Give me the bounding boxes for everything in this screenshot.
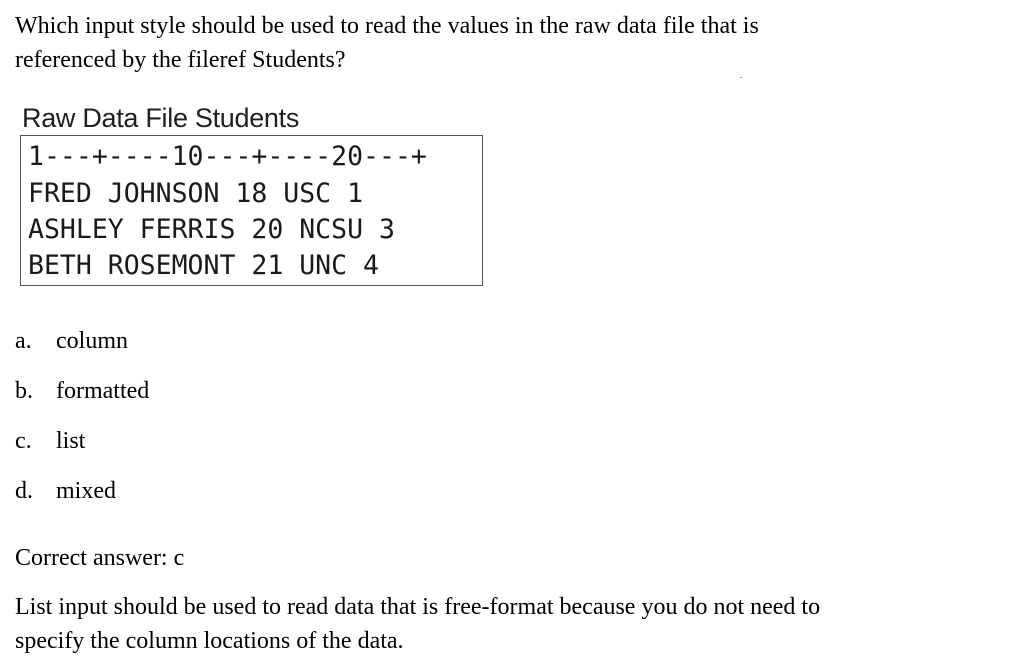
explanation-line-2: specify the column locations of the data… — [15, 628, 404, 654]
option-text: list — [56, 428, 86, 454]
option-letter: d. — [15, 478, 33, 504]
raw-data-row: ASHLEY FERRIS 20 NCSU 3 — [28, 214, 395, 245]
explanation-text: List input should be used to read data t… — [15, 590, 1015, 658]
option-b: b. formatted — [15, 374, 149, 408]
column-ruler: 1---+----10---+----20---+ — [28, 141, 427, 172]
option-letter: a. — [15, 328, 32, 354]
correct-answer: Correct answer: c — [15, 545, 185, 571]
raw-data-row: FRED JOHNSON 18 USC 1 — [28, 178, 364, 209]
option-c: c. list — [15, 424, 85, 458]
option-d: d. mixed — [15, 474, 116, 508]
option-text: column — [56, 328, 128, 354]
explanation-line-1: List input should be used to read data t… — [15, 594, 821, 620]
option-a: a. column — [15, 324, 128, 358]
question-line-1: Which input style should be used to read… — [15, 13, 759, 39]
option-letter: c. — [15, 428, 32, 454]
raw-data-caption: Raw Data File Students — [22, 103, 300, 133]
scan-speck — [740, 77, 742, 78]
raw-data-box: 1---+----10---+----20---+ FRED JOHNSON 1… — [20, 135, 483, 286]
option-text: mixed — [56, 478, 116, 504]
question-text: Which input style should be used to read… — [15, 9, 915, 77]
option-text: formatted — [56, 378, 150, 404]
option-letter: b. — [15, 378, 33, 404]
question-line-2: referenced by the fileref Students? — [15, 47, 346, 73]
raw-data-row: BETH ROSEMONT 21 UNC 4 — [28, 250, 379, 281]
